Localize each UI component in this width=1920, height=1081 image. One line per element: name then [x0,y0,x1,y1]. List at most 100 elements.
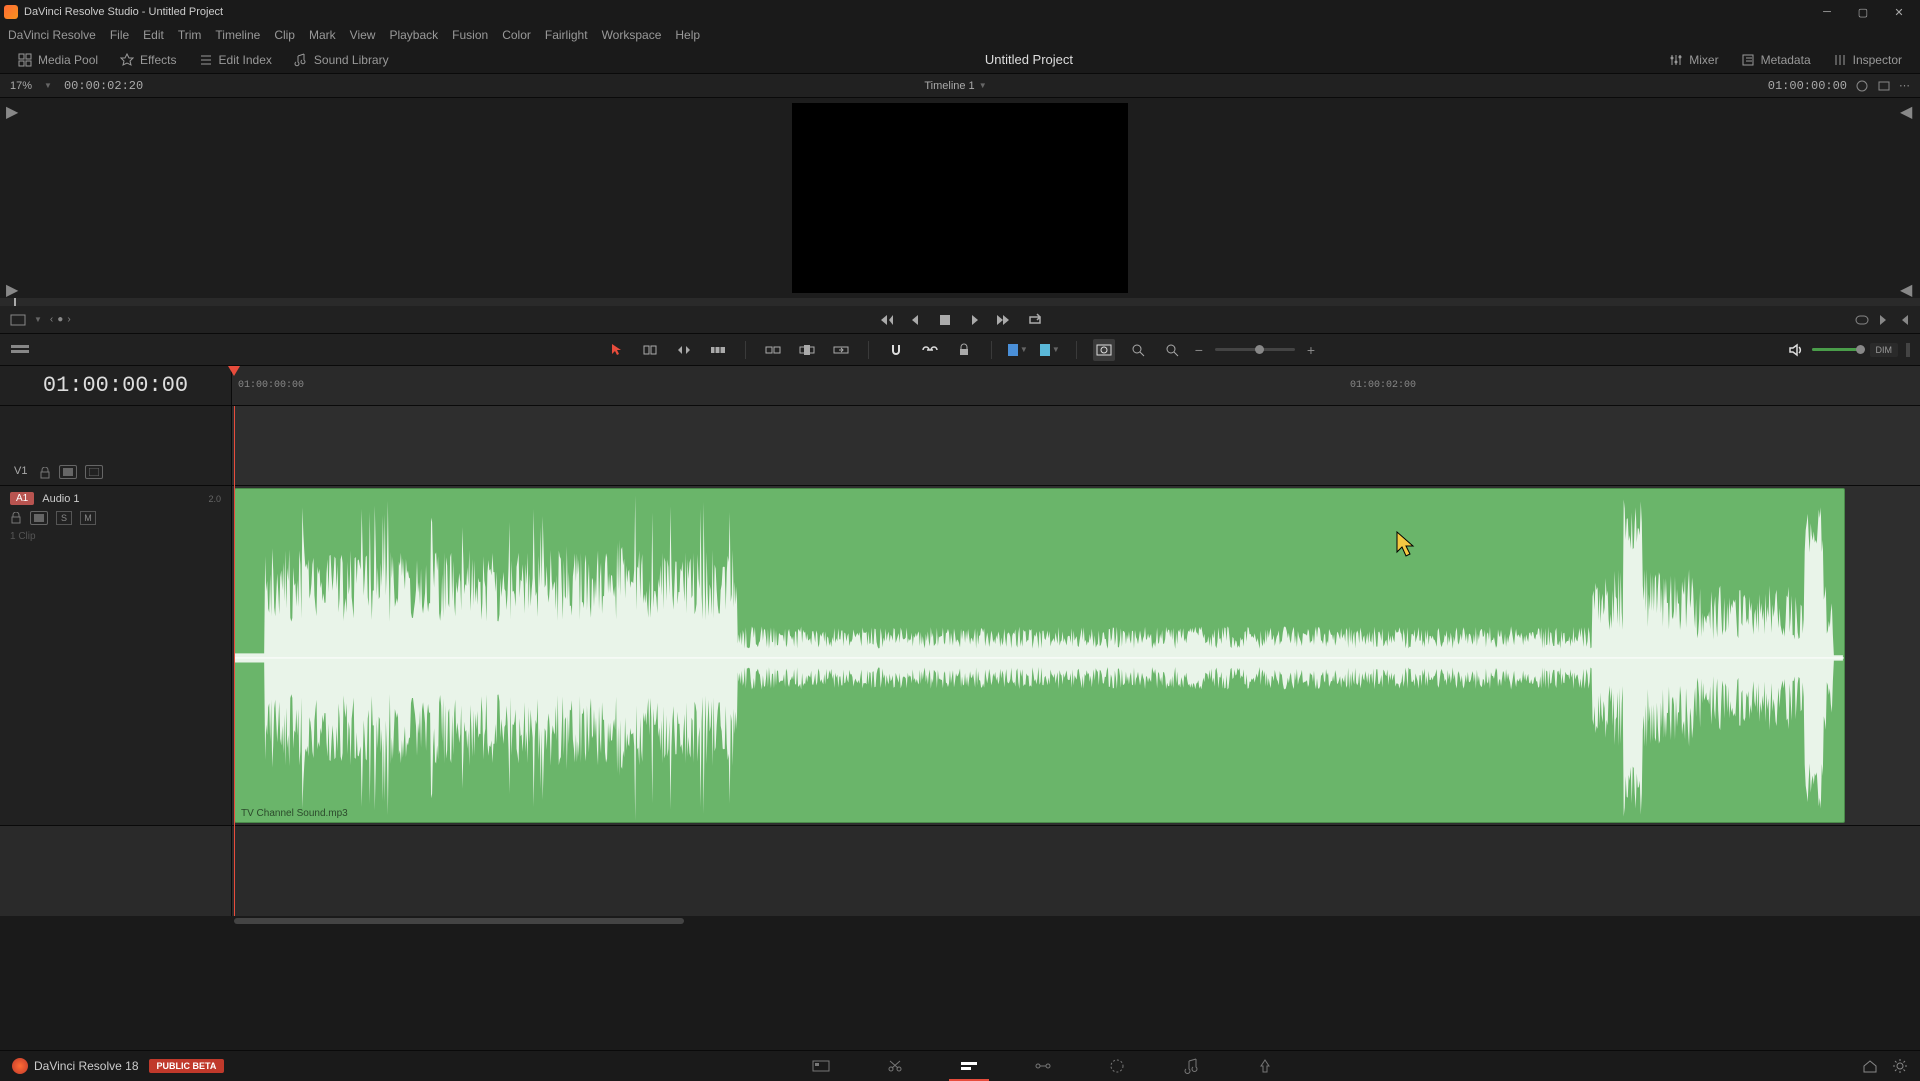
window-maximize-button[interactable]: ▢ [1846,2,1880,22]
inspector-toggle[interactable]: Inspector [1825,49,1910,71]
viewer-zoom[interactable]: 17% [10,80,32,92]
settings-icon[interactable] [1892,1058,1908,1074]
overwrite-clip-tool[interactable] [796,339,818,361]
prev-clip-icon[interactable]: ‹ [50,314,53,325]
chevron-down-icon[interactable]: ▼ [34,315,42,324]
lock-icon[interactable] [10,512,22,524]
timeline-selector[interactable]: Timeline 1 ▼ [924,80,986,92]
media-pool-toggle[interactable]: Media Pool [10,49,106,71]
color-page-button[interactable] [1105,1056,1129,1076]
solo-button[interactable]: S [56,511,72,525]
menu-trim[interactable]: Trim [178,28,202,42]
menu-workspace[interactable]: Workspace [602,28,662,42]
timeline-ruler[interactable]: 01:00:00:00 01:00:02:00 [232,366,1920,405]
menu-playback[interactable]: Playback [389,28,438,42]
mixer-toggle[interactable]: Mixer [1661,49,1726,71]
replace-clip-tool[interactable] [830,339,852,361]
selection-tool[interactable] [605,339,627,361]
dim-button[interactable]: DIM [1870,343,1899,357]
last-edit-icon[interactable] [1898,314,1910,326]
edit-index-toggle[interactable]: Edit Index [191,49,280,71]
sound-library-toggle[interactable]: Sound Library [286,49,397,71]
insert-clip-tool[interactable] [762,339,784,361]
viewer-expand-left-icon[interactable]: ▶ [6,102,20,116]
chevron-down-icon[interactable]: ▼ [1052,345,1060,354]
window-close-button[interactable]: ✕ [1882,2,1916,22]
zoom-slider[interactable] [1215,348,1295,351]
playhead-line[interactable] [234,406,235,916]
next-edit-icon[interactable] [1878,314,1890,326]
speaker-icon[interactable] [1788,343,1804,357]
menu-help[interactable]: Help [675,28,700,42]
track-display-icon[interactable] [85,465,103,479]
scrubber-playhead[interactable] [14,298,16,306]
lock-toggle[interactable] [953,339,975,361]
viewer-expand-right-icon[interactable]: ◀ [1900,280,1914,294]
play-button[interactable] [965,310,985,330]
lock-icon[interactable] [39,467,51,479]
track-toggle-icon[interactable] [59,465,77,479]
custom-zoom-button[interactable] [1161,339,1183,361]
dynamic-trim-tool[interactable] [673,339,695,361]
window-minimize-button[interactable]: ─ [1810,2,1844,22]
media-page-button[interactable] [809,1056,833,1076]
trim-tool[interactable] [639,339,661,361]
track-content-area[interactable]: TV Channel Sound.mp3 [232,406,1920,916]
timeline-timecode-box[interactable]: 01:00:00:00 [0,366,232,405]
marker-button[interactable]: ▼ [1040,344,1060,356]
timeline-view-icon[interactable] [10,342,30,358]
video-track-header[interactable]: V1 [0,406,231,486]
viewer-expand-right-icon[interactable]: ◀ [1900,102,1914,116]
bypass-icon[interactable] [1855,79,1869,93]
fusion-page-button[interactable] [1031,1056,1055,1076]
menu-fusion[interactable]: Fusion [452,28,488,42]
menu-mark[interactable]: Mark [309,28,336,42]
audio-track-header[interactable]: A1 Audio 1 2.0 S M 1 Clip [0,486,231,826]
go-to-end-button[interactable] [995,310,1015,330]
match-frame-icon[interactable] [10,313,26,327]
playhead-marker[interactable] [228,366,240,376]
zoom-out-button[interactable]: − [1195,342,1203,358]
metadata-toggle[interactable]: Metadata [1733,49,1819,71]
viewer-expand-left-icon[interactable]: ▶ [6,280,20,294]
link-toggle[interactable] [919,339,941,361]
viewer-scrubber[interactable] [0,298,1920,306]
viewer-menu-icon[interactable]: ⋯ [1899,79,1910,92]
menu-fairlight[interactable]: Fairlight [545,28,588,42]
mute-button[interactable]: M [80,511,96,525]
deliver-page-button[interactable] [1253,1056,1277,1076]
viewer-current-tc[interactable]: 01:00:00:00 [1768,79,1847,93]
chevron-down-icon[interactable]: ▼ [44,81,52,90]
loop-button[interactable] [1025,310,1045,330]
stop-button[interactable] [935,310,955,330]
scrollbar-thumb[interactable] [234,918,684,924]
zoom-handle[interactable] [1255,345,1264,354]
in-out-icon[interactable] [1854,314,1870,326]
zoom-in-button[interactable]: + [1307,342,1315,358]
next-clip-icon[interactable]: › [67,314,70,325]
flag-button[interactable]: ▼ [1008,344,1028,356]
snap-toggle[interactable] [885,339,907,361]
clip-navigation[interactable]: ‹ ● › [50,314,71,325]
prev-frame-button[interactable] [905,310,925,330]
menu-timeline[interactable]: Timeline [215,28,260,42]
audio-clip[interactable]: TV Channel Sound.mp3 [234,488,1845,823]
detail-zoom-button[interactable] [1127,339,1149,361]
track-toggle-icon[interactable] [30,511,48,525]
menu-file[interactable]: File [110,28,129,42]
menu-color[interactable]: Color [502,28,531,42]
single-viewer-icon[interactable] [1877,79,1891,93]
menu-clip[interactable]: Clip [274,28,295,42]
viewer[interactable]: ▶ ◀ ▶ ◀ [0,98,1920,298]
effects-toggle[interactable]: Effects [112,49,184,71]
menu-davinci-resolve[interactable]: DaVinci Resolve [8,28,96,42]
horizontal-scrollbar[interactable] [232,916,1920,926]
chevron-down-icon[interactable]: ▼ [1020,345,1028,354]
home-icon[interactable] [1862,1059,1878,1073]
meter-icon[interactable] [1906,343,1910,357]
cut-page-button[interactable] [883,1056,907,1076]
edit-page-button[interactable] [957,1056,981,1076]
blade-tool[interactable] [707,339,729,361]
volume-handle[interactable] [1856,345,1865,354]
audio-track-badge[interactable]: A1 [10,492,34,505]
